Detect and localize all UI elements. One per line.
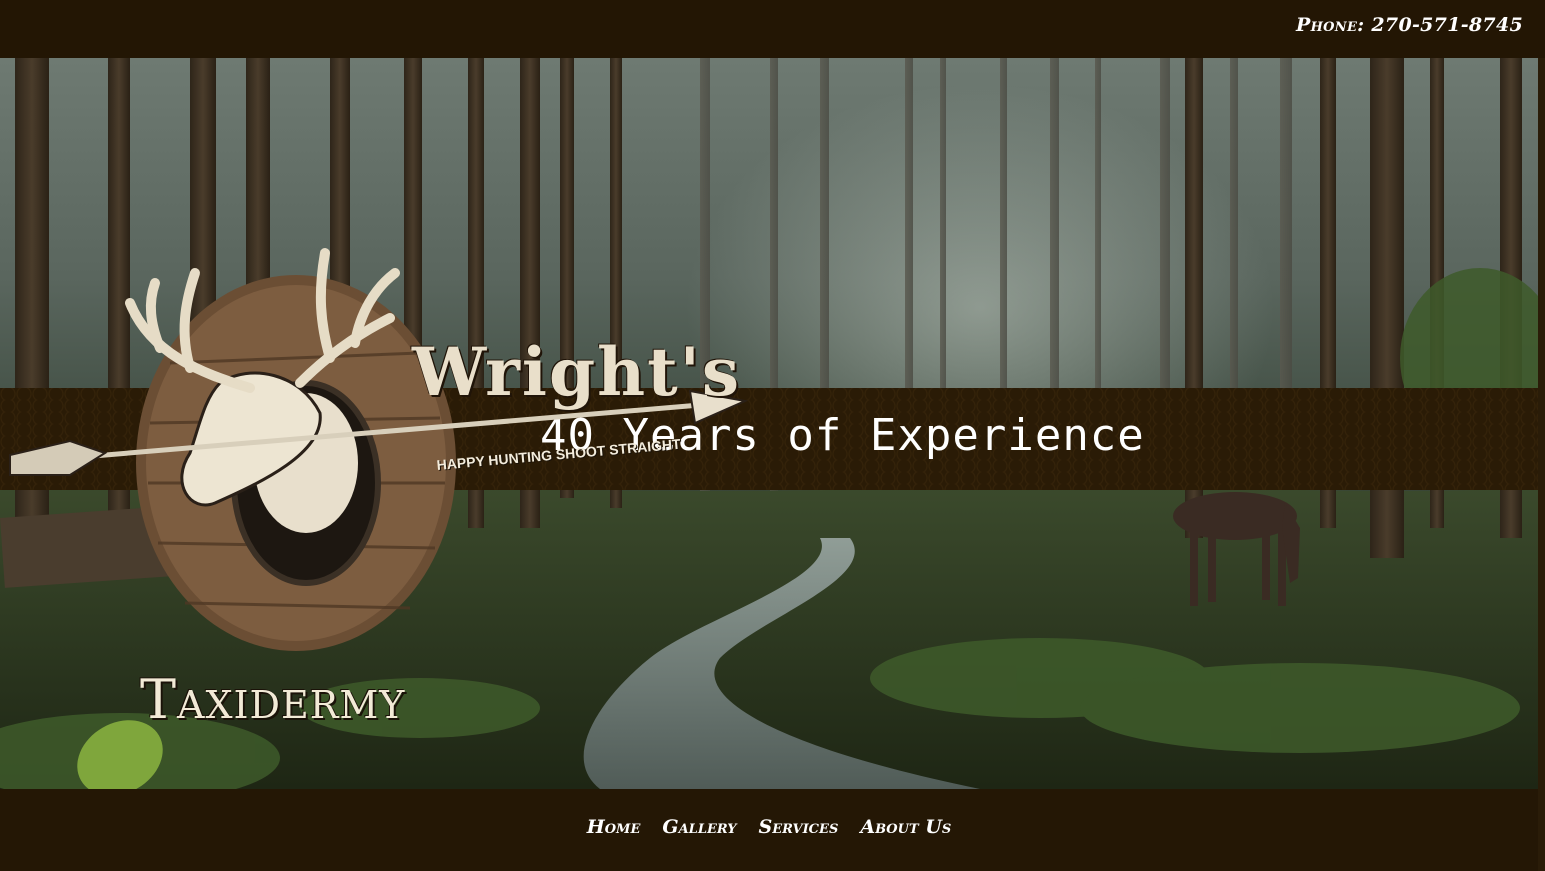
logo-emblem-icon — [9, 248, 749, 651]
page-scrollbar[interactable] — [1538, 58, 1545, 871]
footer-nav-bar: Home Gallery Services About Us — [0, 789, 1538, 871]
nav-home-link[interactable]: Home — [587, 816, 641, 838]
nav-gallery-link[interactable]: Gallery — [662, 816, 736, 838]
hero-forest-image: 40 Years of Experience Wright's HAPPY HU… — [0, 58, 1538, 789]
logo-brand-text: Wright's — [412, 333, 741, 411]
logo-taxidermy-text: Taxidermy — [140, 668, 406, 731]
nav-services-link[interactable]: Services — [759, 816, 839, 838]
phone-number[interactable]: Phone: 270-571-8745 — [1296, 14, 1523, 36]
main-nav: Home Gallery Services About Us — [587, 816, 951, 838]
nav-about-us-link[interactable]: About Us — [860, 816, 951, 838]
top-bar: Phone: 270-571-8745 — [0, 0, 1545, 58]
site-logo[interactable]: Wright's HAPPY HUNTING SHOOT STRAIGHT Ta… — [0, 183, 760, 731]
